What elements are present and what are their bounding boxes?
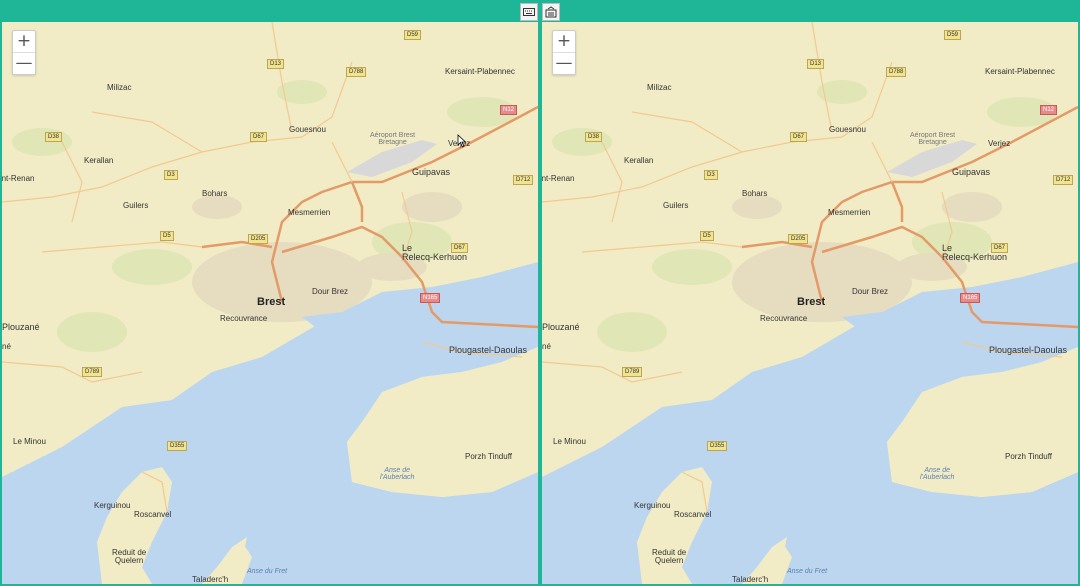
place-label: Porzh Tinduff: [1005, 452, 1052, 461]
road-shield: D712: [513, 175, 534, 185]
place-label: Verjez: [988, 139, 1011, 148]
sync-icon: [545, 6, 557, 18]
place-label: Mesmerrien: [828, 208, 871, 217]
place-label: Reduit de Quelern: [112, 548, 147, 565]
road-shield: D3: [704, 170, 718, 180]
road-shield: D355: [167, 441, 188, 451]
place-label: Recouvrance: [760, 314, 808, 323]
road-shield: D3: [164, 170, 178, 180]
place-label: Taladerc'h: [732, 575, 769, 584]
road-shield: N165: [420, 293, 441, 303]
place-label: Mesmerrien: [288, 208, 331, 217]
place-label: Kerallan: [624, 156, 654, 165]
road-shield: N12: [1040, 105, 1058, 115]
place-label: Plougastel-Daoulas: [989, 345, 1068, 355]
place-label: Kerallan: [84, 156, 114, 165]
water-label: Anse de l'Auberlach: [920, 467, 955, 481]
place-label: Guilers: [663, 201, 689, 210]
water-label: Anse du Fret: [787, 568, 828, 575]
place-label: Gouesnou: [289, 125, 326, 134]
place-label: Roscanvel: [134, 510, 172, 519]
road-shield: D205: [248, 234, 269, 244]
place-label: Kersaint-Plabennec: [445, 67, 515, 76]
zoom-out-button[interactable]: —: [13, 52, 35, 74]
place-label: Gouesnou: [829, 125, 866, 134]
mouse-cursor-icon: [457, 134, 467, 148]
place-label: Le Minou: [13, 437, 46, 446]
place-label: Guilers: [123, 201, 149, 210]
road-shield: D67: [451, 243, 469, 253]
road-shield: D13: [807, 59, 825, 69]
zoom-in-button[interactable]: +: [13, 31, 35, 52]
sync-button[interactable]: [542, 3, 560, 21]
airport-label: Aéroport Brest Bretagne: [370, 132, 416, 146]
road-shield: D13: [267, 59, 285, 69]
city-label: Brest: [257, 296, 286, 308]
toolbar: [0, 0, 1080, 22]
road-shield: D712: [1053, 175, 1074, 185]
road-shield: D788: [886, 67, 907, 77]
road-shield: D67: [250, 132, 268, 142]
map-pane-right[interactable]: + — Milizac Kersaint-Plabennec Aéroport …: [542, 22, 1078, 584]
place-label: Plouzané: [2, 322, 40, 332]
road-shield: D788: [346, 67, 367, 77]
place-label: Bohars: [202, 189, 228, 198]
place-label: Porzh Tinduff: [465, 452, 512, 461]
road-shield: D5: [160, 231, 174, 241]
road-shield: D355: [707, 441, 728, 451]
road-shield: N165: [960, 293, 981, 303]
place-label: Kerguinou: [94, 501, 131, 510]
place-label: Saint-Renan: [2, 174, 35, 183]
place-label: né: [2, 342, 11, 351]
road-shield: D59: [944, 30, 962, 40]
road-shield: D67: [991, 243, 1009, 253]
water-label: Anse du Fret: [247, 568, 288, 575]
place-label: Milizac: [647, 83, 672, 92]
road-shield: D789: [622, 367, 643, 377]
keyboard-button[interactable]: [520, 3, 538, 21]
city-label: Brest: [797, 296, 826, 308]
road-shield: D789: [82, 367, 103, 377]
road-shield: D38: [585, 132, 603, 142]
place-label: Dour Brez: [852, 287, 889, 296]
place-label: Kerguinou: [634, 501, 671, 510]
place-label: Bohars: [742, 189, 768, 198]
road-shield: D67: [790, 132, 808, 142]
place-label: Kersaint-Plabennec: [985, 67, 1055, 76]
place-label: Reduit de Quelern: [652, 548, 687, 565]
place-label: Dour Brez: [312, 287, 349, 296]
airport-label: Aéroport Brest Bretagne: [910, 132, 956, 146]
place-label: Taladerc'h: [192, 575, 229, 584]
place-label: Guipavas: [412, 167, 451, 177]
place-label: Le Minou: [553, 437, 586, 446]
water-label: Anse de l'Auberlach: [380, 467, 415, 481]
road-shield: D59: [404, 30, 422, 40]
place-label: Roscanvel: [674, 510, 712, 519]
zoom-in-button[interactable]: +: [553, 31, 575, 52]
place-label: Plouzané: [542, 322, 580, 332]
map-pane-left[interactable]: + — Milizac Kersaint-Plabennec Aéroport …: [2, 22, 538, 584]
place-label: Guipavas: [952, 167, 991, 177]
zoom-out-button[interactable]: —: [553, 52, 575, 74]
road-shield: D38: [45, 132, 63, 142]
road-shield: D205: [788, 234, 809, 244]
keyboard-icon: [523, 8, 535, 16]
zoom-control: + —: [12, 30, 36, 75]
zoom-control: + —: [552, 30, 576, 75]
place-label: Saint-Renan: [542, 174, 575, 183]
place-label: né: [542, 342, 551, 351]
road-shield: N12: [500, 105, 518, 115]
place-label: Recouvrance: [220, 314, 268, 323]
place-label: Milizac: [107, 83, 132, 92]
road-shield: D5: [700, 231, 714, 241]
place-label: Plougastel-Daoulas: [449, 345, 528, 355]
